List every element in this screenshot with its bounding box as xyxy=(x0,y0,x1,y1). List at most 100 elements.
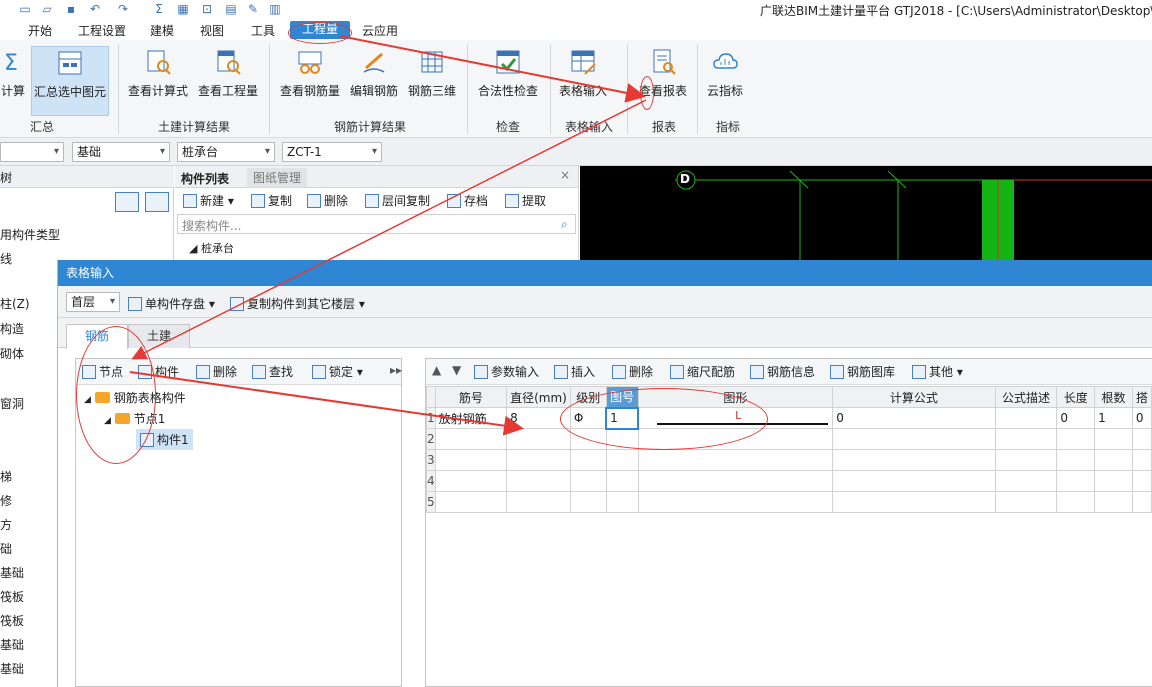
search-icon[interactable]: ⌕ xyxy=(561,217,568,232)
component-search-input[interactable]: 搜索构件... xyxy=(177,214,576,234)
find-button[interactable]: 查找 xyxy=(252,363,293,380)
cloud-index-button[interactable]: 云指标 xyxy=(704,46,746,116)
rebar-info-button[interactable]: 钢筋信息 xyxy=(750,363,815,380)
desc-cell[interactable] xyxy=(994,407,1058,429)
delete-row-button[interactable]: 删除 xyxy=(612,363,653,380)
col-header[interactable]: 搭 xyxy=(1131,386,1152,408)
menu-view[interactable]: 视图 xyxy=(200,22,224,39)
info-icon xyxy=(750,365,764,379)
col-header[interactable]: 长度 xyxy=(1056,386,1096,408)
tree-root-item[interactable]: ◢ 桩承台 xyxy=(189,240,234,256)
lock-button[interactable]: 锁定 ▾ xyxy=(312,363,363,380)
copy-button[interactable]: 复制 xyxy=(251,192,292,209)
floor-select[interactable]: 首层 xyxy=(66,292,120,312)
length-cell[interactable]: 0 xyxy=(1056,407,1096,429)
nav-item[interactable]: 构造 xyxy=(0,320,24,337)
menu-start[interactable]: 开始 xyxy=(28,22,52,39)
nav-item[interactable]: 基础 xyxy=(0,636,24,653)
col-header[interactable]: 根数 xyxy=(1094,386,1133,408)
nav-item[interactable]: 砌体 xyxy=(0,345,24,362)
menu-project-settings[interactable]: 工程设置 xyxy=(78,22,126,39)
rebar-library-button[interactable]: 钢筋图库 xyxy=(830,363,895,380)
list-view-icon[interactable] xyxy=(115,192,139,212)
menu-cloud[interactable]: 云应用 xyxy=(362,22,398,39)
extract-button[interactable]: 提取 xyxy=(505,192,546,209)
rebar-3d-button[interactable]: 钢筋三维 xyxy=(406,46,458,116)
delete-node-button[interactable]: 删除 xyxy=(196,363,237,380)
table-row[interactable]: 4 xyxy=(426,470,1152,492)
redo-icon[interactable]: ↷ xyxy=(116,2,130,16)
col-header[interactable]: 计算公式 xyxy=(832,386,996,408)
view-formula-button[interactable]: 查看计算式 xyxy=(126,46,190,116)
sum-icon[interactable]: Σ xyxy=(152,2,166,16)
floor-type-select[interactable] xyxy=(0,142,64,162)
view-quantity-button[interactable]: 查看工程量 xyxy=(196,46,260,116)
undo-icon[interactable]: ↶ xyxy=(88,2,102,16)
grid-icon[interactable]: ▥ xyxy=(268,2,282,16)
count-cell[interactable]: 1 xyxy=(1094,407,1133,429)
archive-button[interactable]: 存档 xyxy=(447,192,488,209)
delete-button[interactable]: 删除 xyxy=(307,192,348,209)
canvas-drawing xyxy=(675,170,1152,261)
move-up-icon[interactable]: ▲ xyxy=(432,363,441,377)
table-row[interactable]: 3 xyxy=(426,449,1152,471)
view-rebar-qty-button[interactable]: 查看钢筋量 xyxy=(278,46,342,116)
scale-rebar-button[interactable]: 缩尺配筋 xyxy=(670,363,735,380)
nav-item[interactable]: 用构件类型 xyxy=(0,226,60,243)
col-header[interactable]: 公式描述 xyxy=(994,386,1058,408)
table-icon[interactable]: ▤ xyxy=(224,2,238,16)
close-icon[interactable]: × xyxy=(560,168,570,182)
overflow-icon[interactable]: ▸▸ xyxy=(390,363,402,377)
grid-view-icon[interactable] xyxy=(145,192,169,212)
nav-item[interactable]: 线 xyxy=(0,250,12,267)
menu-tools[interactable]: 工具 xyxy=(251,22,275,39)
formula-cell[interactable]: 0 xyxy=(832,407,996,429)
table-row[interactable]: 1 放射钢筋 8 Φ 1 L 0 0 1 0 xyxy=(426,406,1152,430)
nav-item[interactable]: 方 xyxy=(0,516,12,533)
nav-item[interactable]: 基础 xyxy=(0,660,24,677)
nav-item[interactable]: 基础 xyxy=(0,564,24,581)
sum-selected-button[interactable]: 汇总选中图元 xyxy=(31,46,109,116)
new-file-icon[interactable]: ▭ xyxy=(18,2,32,16)
tab-component-list[interactable]: 构件列表 xyxy=(181,170,229,187)
param-input-button[interactable]: 参数输入 xyxy=(474,363,539,380)
search-component-icon[interactable]: ⊡ xyxy=(200,2,214,16)
rebar-3d-label: 钢筋三维 xyxy=(407,84,456,98)
new-button[interactable]: 新建 ▾ xyxy=(183,192,234,209)
legality-check-label: 合法性检查 xyxy=(477,84,538,98)
drawing-canvas[interactable]: D xyxy=(580,166,1152,261)
nav-item[interactable]: 梯 xyxy=(0,468,12,485)
legality-check-button[interactable]: 合法性检查 xyxy=(476,46,540,116)
nav-item[interactable]: 础 xyxy=(0,540,12,557)
nav-item[interactable]: 修 xyxy=(0,492,12,509)
pencil-icon[interactable]: ✎ xyxy=(246,2,260,16)
nav-item[interactable]: 筏板 xyxy=(0,588,24,605)
calc-button[interactable]: Σ 计算 xyxy=(0,46,26,116)
table-row[interactable]: 5 xyxy=(426,491,1152,513)
menu-modeling[interactable]: 建模 xyxy=(150,22,174,39)
annotation-circle xyxy=(288,22,352,44)
component-select[interactable]: ZCT-1 xyxy=(282,142,382,162)
rebar-name-cell[interactable]: 放射钢筋 xyxy=(434,407,508,429)
nav-item[interactable]: 筏板 xyxy=(0,612,24,629)
save-single-button[interactable]: 单构件存盘 ▾ xyxy=(128,295,215,312)
floor-copy-button[interactable]: 层间复制 xyxy=(365,192,430,209)
open-folder-icon[interactable]: ▱ xyxy=(40,2,54,16)
save-icon[interactable]: ▪ xyxy=(64,2,78,16)
move-down-icon[interactable]: ▼ xyxy=(452,363,461,377)
other-button[interactable]: 其他 ▾ xyxy=(912,363,963,380)
col-header[interactable]: 直径(mm) xyxy=(506,386,571,408)
nav-item[interactable]: 窗洞 xyxy=(0,395,24,412)
copy-to-floor-button[interactable]: 复制构件到其它楼层 ▾ xyxy=(230,295,365,312)
table-row[interactable]: 2 xyxy=(426,428,1152,450)
table-input-button[interactable]: 表格输入 xyxy=(557,46,609,116)
lap-cell[interactable]: 0 xyxy=(1131,407,1152,429)
edit-rebar-button[interactable]: 编辑钢筋 xyxy=(348,46,400,116)
tab-drawing-manage[interactable]: 图纸管理 xyxy=(247,168,308,187)
component-type-select[interactable]: 桩承台 xyxy=(177,142,275,162)
col-header[interactable]: 筋号 xyxy=(434,386,508,408)
insert-button[interactable]: 插入 xyxy=(554,363,595,380)
category-select[interactable]: 基础 xyxy=(72,142,170,162)
component-icon[interactable]: ▦ xyxy=(176,2,190,16)
nav-item[interactable]: 柱(Z) xyxy=(0,295,30,312)
